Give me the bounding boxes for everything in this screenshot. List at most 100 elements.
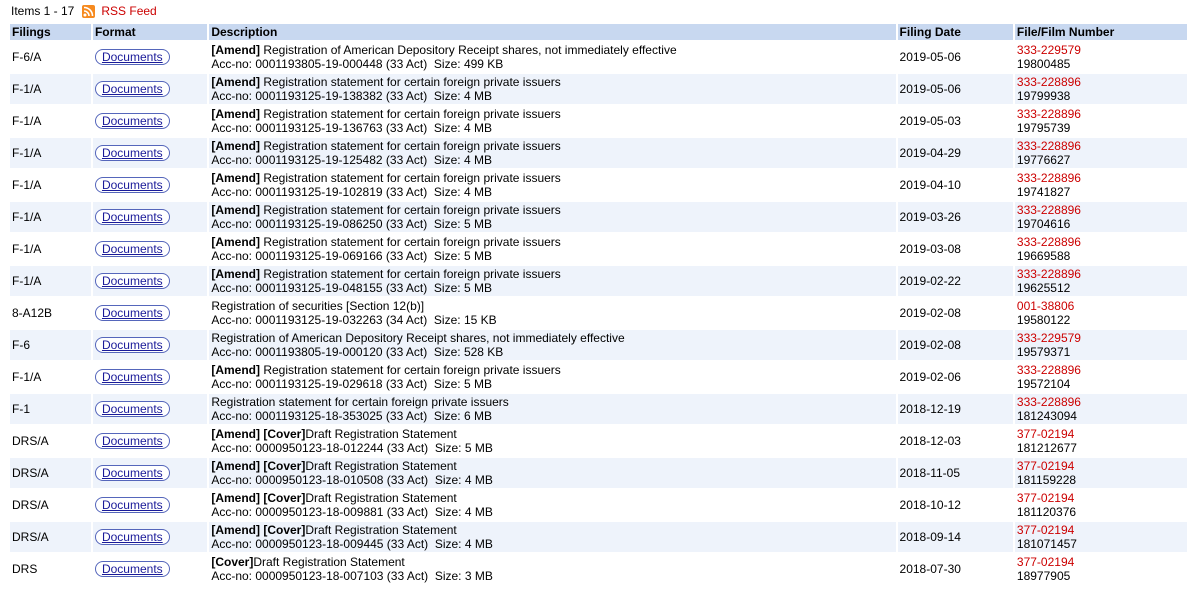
table-row: DRS/A Documents [Amend] [Cover]Draft Regis…: [10, 522, 1187, 552]
documents-button[interactable]: Documents: [94, 497, 170, 513]
description-title: Registration statement for certain forei…: [260, 171, 561, 185]
filing-type: DRS: [10, 554, 91, 584]
filing-date: 2018-12-03: [897, 426, 1013, 456]
filing-date: 2019-03-26: [897, 202, 1013, 232]
format-cell: Documents: [92, 170, 208, 200]
file-number-link[interactable]: 333-228896: [1017, 203, 1185, 217]
film-number: 19625512: [1016, 281, 1071, 295]
amend-tag: [Amend]: [211, 363, 260, 377]
description-cell: [Cover]Draft Registration Statement Acc-n…: [209, 554, 896, 584]
file-number-link[interactable]: 333-228896: [1017, 107, 1185, 121]
description-title: Registration statement for certain forei…: [260, 235, 561, 249]
filing-type: F-1/A: [10, 266, 91, 296]
filing-type: F-6/A: [10, 42, 91, 72]
file-number-link[interactable]: 333-228896: [1017, 235, 1185, 249]
filing-date: 2019-05-06: [897, 74, 1013, 104]
accession-info: Acc-no: 0000950123-18-010508 (33 Act) Si…: [211, 473, 493, 487]
filing-type: F-6: [10, 330, 91, 360]
accession-info: Acc-no: 0001193125-19-069166 (33 Act) Si…: [211, 249, 492, 263]
file-number-link[interactable]: 333-229579: [1017, 43, 1185, 57]
filing-type: F-1/A: [10, 106, 91, 136]
items-count: Items 1 - 17: [11, 4, 75, 18]
accession-info: Acc-no: 0001193125-19-086250 (33 Act) Si…: [211, 217, 492, 231]
table-row: 8-A12B Documents Registration of securitie…: [10, 298, 1187, 328]
description-cell: [Amend] Registration statement for certa…: [209, 106, 896, 136]
col-filing-date: Filing Date: [897, 24, 1013, 40]
format-cell: Documents: [92, 234, 208, 264]
file-number-link[interactable]: 333-228896: [1017, 395, 1185, 409]
description-text: [Amend] Registration statement for certa…: [211, 107, 893, 121]
description-text: [Amend] Registration statement for certa…: [211, 75, 893, 89]
description-text: Registration of securities [Section 12(b…: [211, 299, 893, 313]
file-number-link[interactable]: 377-02194: [1017, 491, 1185, 505]
description-text: Registration statement for certain forei…: [211, 395, 893, 409]
cover-tag: [Cover]: [260, 427, 306, 441]
accession-info: Acc-no: 0001193805-19-000120 (33 Act) Si…: [211, 345, 504, 359]
documents-button[interactable]: Documents: [94, 49, 170, 65]
description-title: Registration statement for certain forei…: [260, 139, 561, 153]
documents-button[interactable]: Documents: [94, 369, 170, 385]
accession-info: Acc-no: 0001193125-19-138382 (33 Act) Si…: [211, 89, 492, 103]
cover-tag: [Cover]: [211, 555, 254, 569]
documents-button[interactable]: Documents: [94, 433, 170, 449]
documents-button[interactable]: Documents: [94, 81, 170, 97]
documents-button[interactable]: Documents: [94, 177, 170, 193]
file-film-cell: 333-228896 181243094: [1014, 394, 1187, 424]
film-number: 19572104: [1016, 377, 1071, 391]
col-format: Format: [92, 24, 208, 40]
file-number-link[interactable]: 333-229579: [1017, 331, 1185, 345]
file-film-cell: 001-38806 19580122: [1014, 298, 1187, 328]
format-cell: Documents: [92, 554, 208, 584]
table-row: DRS/A Documents [Amend] [Cover]Draft Regis…: [10, 490, 1187, 520]
file-number-link[interactable]: 333-228896: [1017, 267, 1185, 281]
filing-date: 2018-11-05: [897, 458, 1013, 488]
file-number-link[interactable]: 377-02194: [1017, 459, 1185, 473]
file-film-cell: 333-228896 19795739: [1014, 106, 1187, 136]
documents-button[interactable]: Documents: [94, 337, 170, 353]
documents-button[interactable]: Documents: [94, 465, 170, 481]
documents-button[interactable]: Documents: [94, 113, 170, 129]
file-film-cell: 377-02194 181071457: [1014, 522, 1187, 552]
accession-info: Acc-no: 0001193805-19-000448 (33 Act) Si…: [211, 57, 504, 71]
film-number: 19776627: [1016, 153, 1071, 167]
amend-tag: [Amend]: [211, 491, 260, 505]
rss-icon[interactable]: [82, 4, 96, 18]
file-number-link[interactable]: 333-228896: [1017, 363, 1185, 377]
description-cell: [Amend] Registration of American Deposit…: [209, 42, 896, 72]
documents-button[interactable]: Documents: [94, 241, 170, 257]
file-number-link[interactable]: 377-02194: [1017, 555, 1185, 569]
rss-feed-link[interactable]: RSS Feed: [101, 4, 156, 18]
accession-info: Acc-no: 0000950123-18-009445 (33 Act) Si…: [211, 537, 493, 551]
description-text: [Amend] Registration statement for certa…: [211, 235, 893, 249]
file-number-link[interactable]: 377-02194: [1017, 523, 1185, 537]
file-number-link[interactable]: 333-228896: [1017, 75, 1185, 89]
description-title: Draft Registration Statement: [253, 555, 405, 569]
file-film-cell: 333-228896 19799938: [1014, 74, 1187, 104]
table-row: F-1 Documents Registration statement for c…: [10, 394, 1187, 424]
amend-tag: [Amend]: [211, 75, 260, 89]
description-title: Draft Registration Statement: [305, 491, 457, 505]
documents-button[interactable]: Documents: [94, 561, 170, 577]
documents-button[interactable]: Documents: [94, 529, 170, 545]
description-text: Registration of American Depository Rece…: [211, 331, 893, 345]
file-film-cell: 333-229579 19579371: [1014, 330, 1187, 360]
description-cell: [Amend] Registration statement for certa…: [209, 234, 896, 264]
filing-date: 2019-04-29: [897, 138, 1013, 168]
file-film-cell: 333-228896 19741827: [1014, 170, 1187, 200]
format-cell: Documents: [92, 202, 208, 232]
file-number-link[interactable]: 377-02194: [1017, 427, 1185, 441]
amend-tag: [Amend]: [211, 43, 260, 57]
documents-button[interactable]: Documents: [94, 401, 170, 417]
file-number-link[interactable]: 333-228896: [1017, 139, 1185, 153]
documents-button[interactable]: Documents: [94, 305, 170, 321]
file-number-link[interactable]: 001-38806: [1017, 299, 1185, 313]
description-cell: [Amend] [Cover]Draft Registration Statem…: [209, 458, 896, 488]
documents-button[interactable]: Documents: [94, 145, 170, 161]
file-number-link[interactable]: 333-228896: [1017, 171, 1185, 185]
film-number: 19704616: [1016, 217, 1071, 231]
documents-button[interactable]: Documents: [94, 209, 170, 225]
documents-button[interactable]: Documents: [94, 273, 170, 289]
table-row: F-1/A Documents [Amend] Registration state…: [10, 266, 1187, 296]
results-header: Items 1 - 17 RSS Feed: [0, 0, 1189, 22]
table-row: F-1/A Documents [Amend] Registration state…: [10, 362, 1187, 392]
